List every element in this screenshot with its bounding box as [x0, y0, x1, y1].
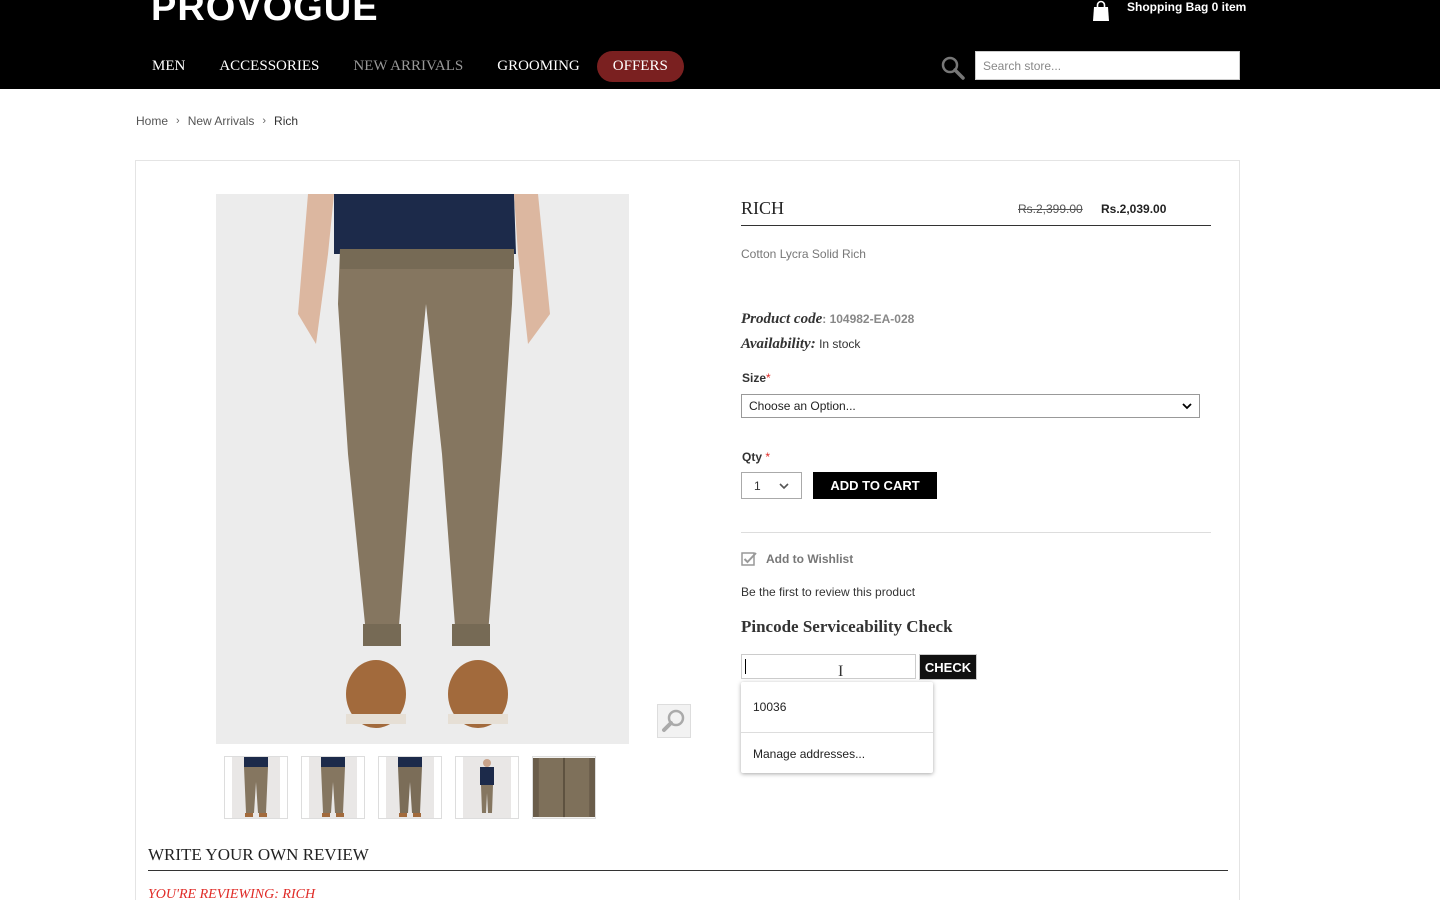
brand-logo[interactable]: PROVOGUE [151, 0, 379, 28]
product-code-label: Product code [741, 311, 823, 327]
main-nav: MEN ACCESSORIES NEW ARRIVALS GROOMING OF… [135, 50, 684, 82]
nav-grooming[interactable]: GROOMING [480, 50, 597, 82]
review-section-title: WRITE YOUR OWN REVIEW [148, 845, 369, 864]
availability-label: Availability: [741, 336, 816, 352]
breadcrumb-new-arrivals[interactable]: New Arrivals [188, 114, 255, 128]
qty-select[interactable]: 1 [741, 472, 802, 499]
divider [741, 225, 1211, 226]
breadcrumb-separator-icon: › [176, 115, 180, 127]
size-label-text: Size [742, 371, 767, 385]
text-cursor-icon: I [838, 663, 844, 680]
thumbnail[interactable] [455, 756, 519, 819]
manage-addresses-link[interactable]: Manage addresses... [753, 747, 865, 761]
nav-accessories[interactable]: ACCESSORIES [202, 50, 336, 82]
text-cursor-icon [745, 659, 746, 674]
breadcrumb: Home › New Arrivals › Rich [136, 114, 298, 128]
qty-select-value: 1 [754, 478, 761, 493]
thumbnail[interactable] [532, 756, 596, 819]
availability: Availability: In stock [741, 336, 860, 353]
availability-value: In stock [819, 337, 861, 351]
breadcrumb-home[interactable]: Home [136, 114, 168, 128]
special-price: Rs.2,039.00 [1101, 202, 1167, 216]
product-code: Product code: 104982-EA-028 [741, 311, 914, 328]
add-to-cart-button[interactable]: ADD TO CART [813, 472, 937, 499]
checkbox-icon [741, 552, 757, 566]
zoom-icon[interactable] [657, 704, 691, 738]
thumbnail-gallery [224, 756, 609, 819]
wishlist-label: Add to Wishlist [766, 551, 854, 566]
search-input[interactable] [975, 51, 1240, 80]
thumbnail[interactable] [378, 756, 442, 819]
chevron-down-icon [779, 482, 789, 489]
product-photo [216, 194, 629, 744]
add-to-wishlist-link[interactable]: Add to Wishlist [741, 551, 853, 566]
product-description: Cotton Lycra Solid Rich [741, 247, 866, 261]
thumbnail[interactable] [224, 756, 288, 819]
shopping-bag[interactable]: Shopping Bag 0 item [1090, 0, 1246, 22]
size-select[interactable]: Choose an Option... [741, 394, 1200, 418]
size-select-value: Choose an Option... [749, 399, 856, 413]
search-icon[interactable] [940, 55, 966, 81]
required-marker: * [765, 450, 771, 464]
autofill-suggestion[interactable]: 10036 [753, 700, 786, 714]
nav-offers[interactable]: OFFERS [596, 50, 684, 82]
qty-label-text: Qty [742, 450, 763, 464]
product-code-value: : 104982-EA-028 [822, 312, 915, 326]
shopping-bag-label[interactable]: Shopping Bag 0 item [1127, 0, 1246, 14]
breadcrumb-separator-icon: › [262, 115, 267, 127]
product-name: RICH [741, 198, 785, 218]
thumbnail[interactable] [301, 756, 365, 819]
chevron-down-icon [1182, 403, 1192, 410]
divider [148, 870, 1228, 871]
product-main-image[interactable] [216, 194, 629, 744]
nav-new-arrivals[interactable]: NEW ARRIVALS [336, 50, 480, 82]
first-review-link[interactable]: Be the first to review this product [741, 585, 915, 599]
divider [741, 532, 1211, 533]
qty-label: Qty * [742, 450, 770, 464]
divider [741, 732, 933, 733]
old-price: Rs.2,399.00 [1018, 202, 1083, 216]
reviewing-label: YOU'RE REVIEWING: RICH [148, 887, 316, 900]
pincode-input[interactable] [741, 654, 916, 679]
required-marker: * [766, 371, 771, 385]
size-label: Size* [742, 371, 771, 385]
site-header: PROVOGUE Shopping Bag 0 item MEN ACCESSO… [0, 0, 1440, 89]
check-button[interactable]: CHECK [919, 654, 977, 680]
autofill-dropdown: 10036 Manage addresses... [741, 682, 933, 773]
shopping-bag-icon [1093, 0, 1109, 21]
nav-men[interactable]: MEN [135, 50, 202, 82]
breadcrumb-current: Rich [274, 114, 299, 128]
pincode-title: Pincode Serviceability Check [741, 617, 953, 636]
